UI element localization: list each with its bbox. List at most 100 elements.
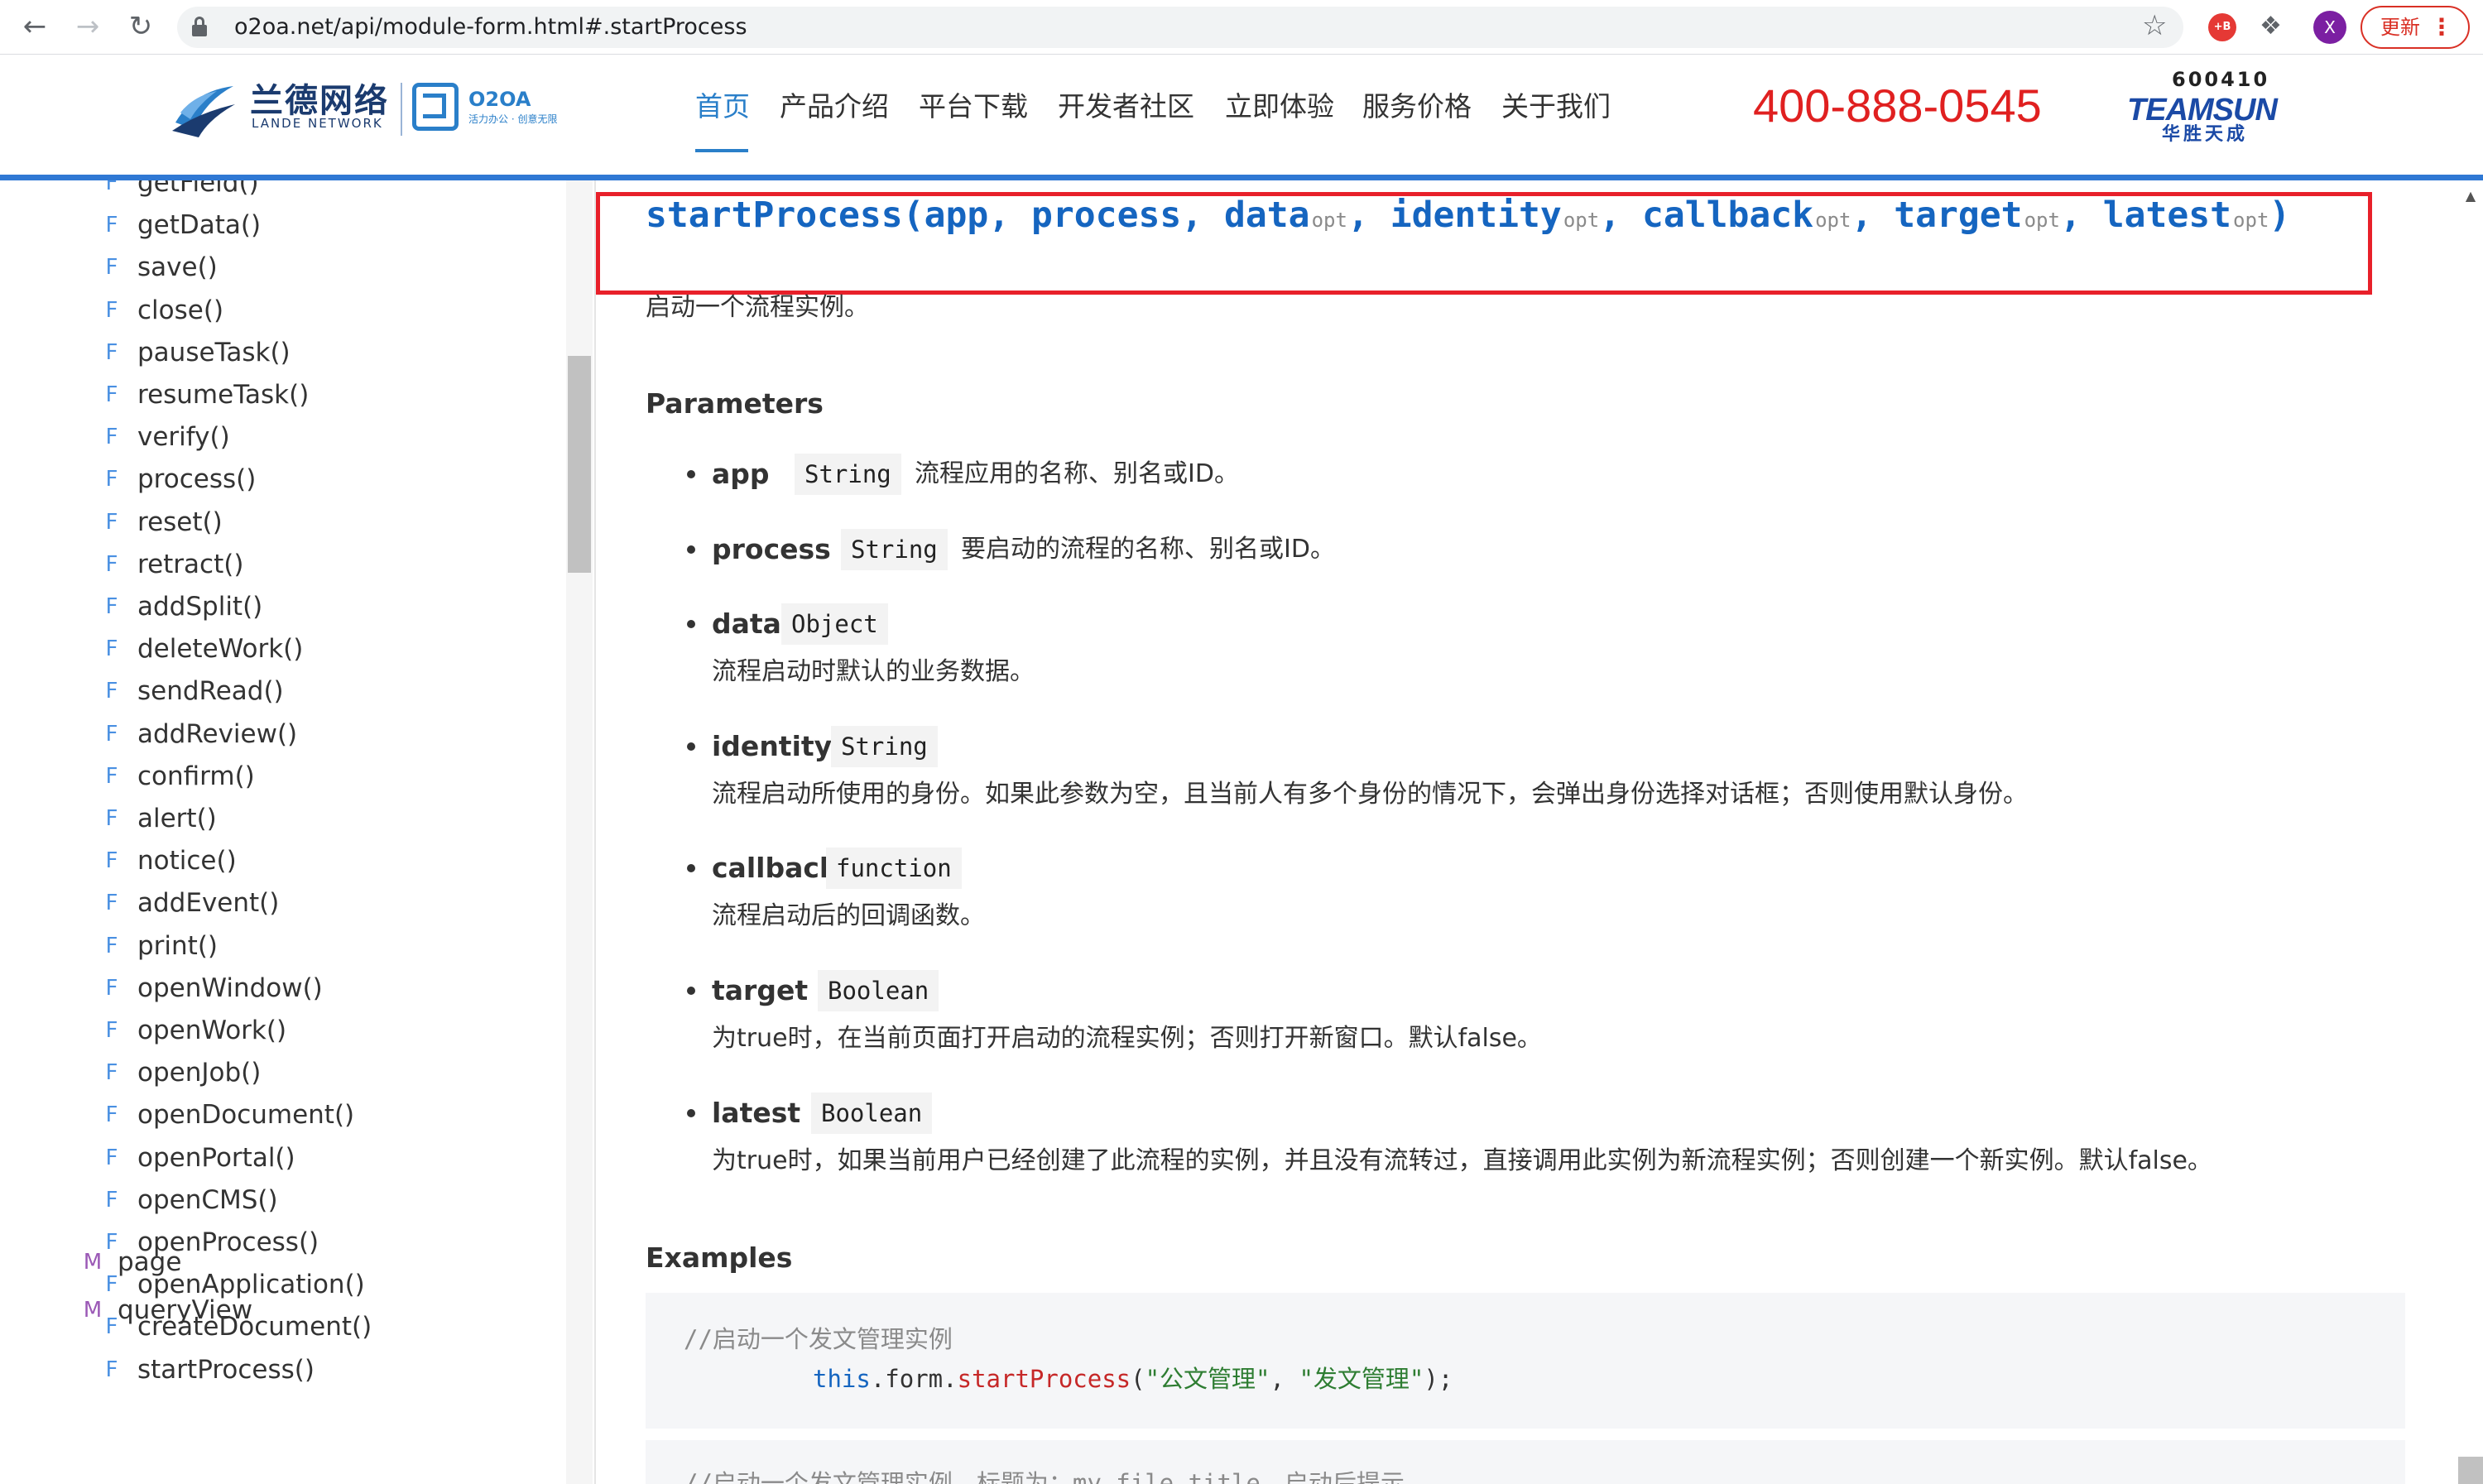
extensions-puzzle-icon[interactable]: ❖ xyxy=(2260,10,2282,43)
sidebar-module-label[interactable]: page xyxy=(118,1243,181,1281)
sidebar-function-item[interactable]: Freset() xyxy=(103,502,566,544)
sidebar-function-label[interactable]: openWork() xyxy=(137,1011,286,1049)
sidebar-function-item[interactable]: FaddEvent() xyxy=(103,882,566,924)
partner-logo-cn: 华胜天成 xyxy=(2162,124,2249,145)
sidebar-function-label[interactable]: alert() xyxy=(137,800,217,838)
sidebar-function-item[interactable]: Fprint() xyxy=(103,925,566,968)
content-scrollbar-thumb[interactable] xyxy=(2458,1457,2483,1484)
function-badge-icon: F xyxy=(105,933,118,958)
lock-icon[interactable] xyxy=(192,17,207,36)
sidebar-function-item[interactable]: Falert() xyxy=(103,798,566,840)
url-text[interactable]: o2oa.net/api/module-form.html#.startProc… xyxy=(234,12,747,43)
sidebar-function-label[interactable]: save() xyxy=(137,248,218,286)
sidebar-function-label[interactable]: close() xyxy=(137,291,223,329)
sidebar-module-item[interactable]: Mpage xyxy=(83,1241,546,1284)
sidebar-function-item[interactable]: FopenWork() xyxy=(103,1010,566,1052)
sidebar-function-item[interactable]: FaddReview() xyxy=(103,713,566,756)
sidebar-function-item[interactable]: Fprocess() xyxy=(103,459,566,501)
sidebar-function-label[interactable]: notice() xyxy=(137,842,237,880)
code-string-arg1: "公文管理" xyxy=(1145,1365,1270,1393)
sidebar-function-label[interactable]: addReview() xyxy=(137,715,297,753)
sidebar-function-item[interactable]: FdeleteWork() xyxy=(103,628,566,670)
sidebar-module-item[interactable]: MqueryView xyxy=(83,1289,546,1332)
nav-pricing[interactable]: 服务价格 xyxy=(1362,87,1472,127)
sidebar-function-label[interactable]: startProcess() xyxy=(137,1351,315,1389)
examples-heading: Examples xyxy=(646,1241,793,1274)
sidebar-function-label[interactable]: getField() xyxy=(137,180,259,202)
sidebar-function-label[interactable]: openDocument() xyxy=(137,1096,354,1134)
code-paren-open: ( xyxy=(1131,1365,1145,1393)
sidebar-function-label[interactable]: openWindow() xyxy=(137,969,323,1007)
nav-try-now[interactable]: 立即体验 xyxy=(1225,87,1334,127)
sidebar-function-item[interactable]: Fretract() xyxy=(103,544,566,586)
sidebar-function-item[interactable]: FopenWindow() xyxy=(103,968,566,1010)
nav-products[interactable]: 产品介绍 xyxy=(780,87,889,127)
scroll-up-arrow-icon[interactable]: ▲ xyxy=(2458,184,2483,209)
sidebar-function-item[interactable]: Fnotice() xyxy=(103,840,566,882)
sidebar-scrollbar-thumb[interactable] xyxy=(568,356,591,573)
sidebar-function-label[interactable]: verify() xyxy=(137,418,230,456)
sidebar-module-label[interactable]: queryView xyxy=(118,1291,252,1329)
sidebar-function-label[interactable]: addSplit() xyxy=(137,588,262,626)
sidebar-function-item[interactable]: Fverify() xyxy=(103,416,566,459)
more-menu-icon[interactable]: ⋮ xyxy=(2430,7,2453,47)
back-arrow-icon[interactable]: ← xyxy=(18,10,51,43)
bookmark-star-icon[interactable]: ☆ xyxy=(2142,9,2167,42)
code-comment: //启动一个发文管理实例 xyxy=(684,1325,953,1353)
o2oa-logo-icon[interactable] xyxy=(412,83,459,131)
sidebar-function-item[interactable]: Fsave() xyxy=(103,247,566,289)
sidebar-function-item[interactable]: FsendRead() xyxy=(103,670,566,713)
forward-arrow-icon[interactable]: → xyxy=(71,10,104,43)
browser-toolbar: ← → ↻ o2oa.net/api/module-form.html#.sta… xyxy=(0,0,2483,55)
sidebar-function-item[interactable]: FgetField() xyxy=(103,180,566,204)
sidebar-function-label[interactable]: openPortal() xyxy=(137,1139,295,1177)
sidebar-function-item[interactable]: FpauseTask() xyxy=(103,332,566,374)
sidebar-function-label[interactable]: print() xyxy=(137,927,218,965)
sidebar-function-label[interactable]: deleteWork() xyxy=(137,630,303,668)
update-button[interactable]: 更新 ⋮ xyxy=(2361,6,2470,49)
parameter-name: target xyxy=(712,974,809,1006)
function-badge-icon: F xyxy=(105,1145,118,1170)
nav-download[interactable]: 平台下载 xyxy=(919,87,1028,127)
profile-avatar[interactable]: X xyxy=(2313,11,2346,44)
function-badge-icon: F xyxy=(105,297,118,323)
sidebar-function-item[interactable]: FopenCMS() xyxy=(103,1179,566,1222)
parameter-type: function xyxy=(826,848,962,889)
bullet-icon xyxy=(687,742,695,751)
sidebar-function-item[interactable]: Fclose() xyxy=(103,290,566,332)
sidebar-function-label[interactable]: sendRead() xyxy=(137,672,284,710)
sidebar-function-label[interactable]: reset() xyxy=(137,503,223,541)
function-badge-icon: F xyxy=(105,467,118,492)
sidebar-function-label[interactable]: process() xyxy=(137,460,256,498)
sidebar-function-item[interactable]: FopenDocument() xyxy=(103,1094,566,1136)
sidebar-function-item[interactable]: FopenPortal() xyxy=(103,1137,566,1179)
code-string-arg2: "发文管理" xyxy=(1299,1365,1424,1393)
sidebar-function-label[interactable]: addEvent() xyxy=(137,884,279,922)
sidebar-function-item[interactable]: FaddSplit() xyxy=(103,586,566,628)
module-badge-icon: M xyxy=(83,1250,103,1275)
sidebar-function-item[interactable]: Fconfirm() xyxy=(103,756,566,798)
function-badge-icon: F xyxy=(105,721,118,747)
highlight-annotation-box xyxy=(596,192,2372,295)
sidebar-function-label[interactable]: pauseTask() xyxy=(137,334,291,372)
sidebar-function-label[interactable]: openCMS() xyxy=(137,1181,278,1219)
o2oa-logo-text[interactable]: O2OA xyxy=(468,88,531,111)
logo-title[interactable]: 兰德网络 xyxy=(250,81,389,121)
sidebar-function-item[interactable]: FstartProcess() xyxy=(103,1349,566,1391)
extension-icon[interactable]: +B xyxy=(2208,13,2236,41)
partner-logo[interactable]: TEAMSUN xyxy=(2127,93,2278,127)
reload-icon[interactable]: ↻ xyxy=(124,10,157,43)
lande-logo-icon[interactable] xyxy=(169,79,238,139)
bullet-icon xyxy=(687,470,695,478)
sidebar-function-label[interactable]: confirm() xyxy=(137,757,255,795)
nav-home[interactable]: 首页 xyxy=(695,87,750,127)
sidebar-function-label[interactable]: resumeTask() xyxy=(137,376,309,414)
sidebar-function-label[interactable]: openJob() xyxy=(137,1054,261,1092)
nav-about[interactable]: 关于我们 xyxy=(1501,87,1611,127)
sidebar-function-item[interactable]: FresumeTask() xyxy=(103,374,566,416)
sidebar-function-item[interactable]: FopenJob() xyxy=(103,1052,566,1094)
sidebar-function-item[interactable]: FgetData() xyxy=(103,204,566,247)
nav-community[interactable]: 开发者社区 xyxy=(1058,87,1194,127)
sidebar-function-label[interactable]: getData() xyxy=(137,206,261,244)
sidebar-function-label[interactable]: retract() xyxy=(137,545,243,584)
